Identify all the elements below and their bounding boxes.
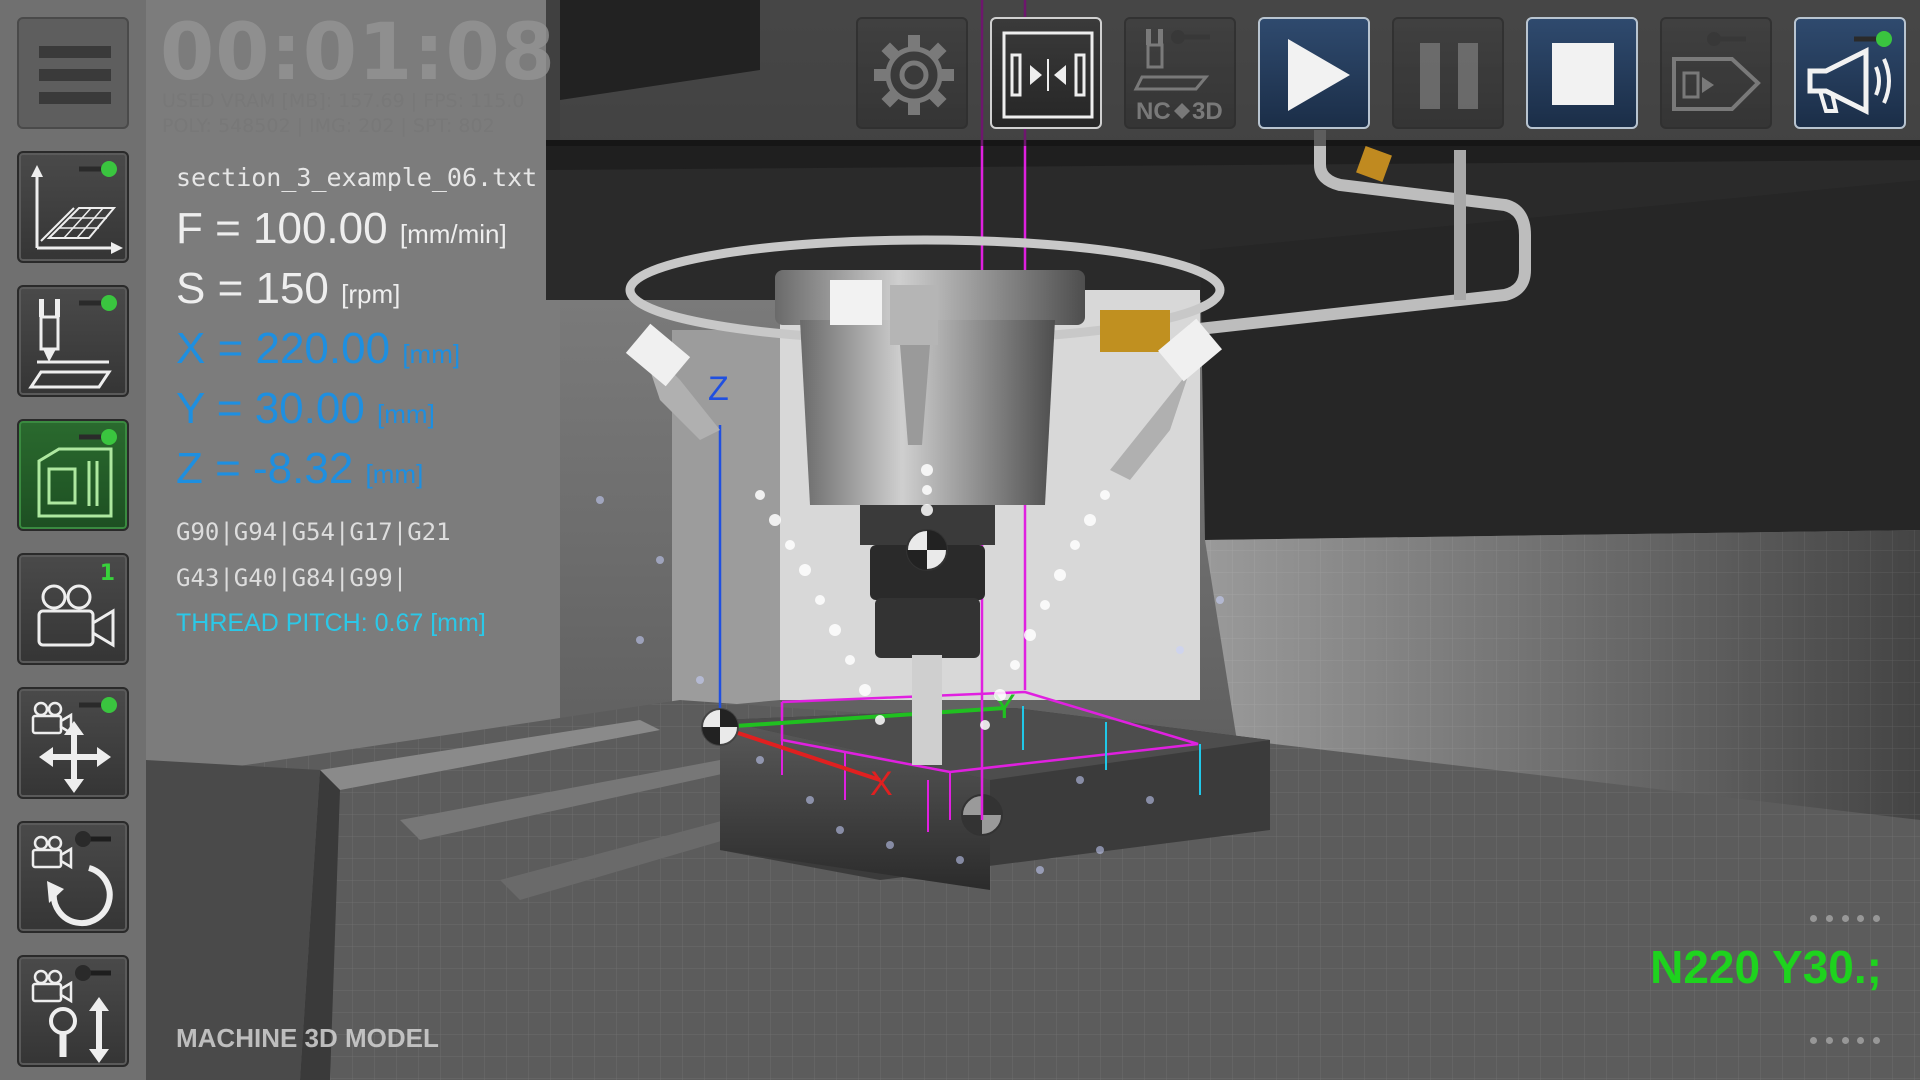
nc-scroll-up-handle[interactable] [1810,915,1880,922]
play-button[interactable] [1258,17,1370,129]
y-unit: [mm] [377,399,435,429]
z-unit: [mm] [365,459,424,489]
camera-zoom-icon [31,965,111,1063]
tool-path-toggle[interactable] [17,285,129,397]
pause-button[interactable] [1392,17,1504,129]
camera-number: 1 [99,561,115,586]
menu-button[interactable] [17,17,129,129]
current-nc-line: N220 Y30.; [1650,941,1882,993]
camera-rotate-icon [31,831,113,927]
gear-icon [874,35,954,115]
render-stats-line2: POLY: 548502 | IMG: 202 | SPT: 802 [162,115,495,137]
z-position-readout: Z = -8.32 [mm] [176,444,423,494]
split-view-button[interactable] [990,17,1102,129]
camera-rotate-button[interactable] [17,821,129,933]
feed-unit: [mm/min] [399,219,507,249]
top-toolbar: NC 3D [546,0,1920,146]
feed-readout: F = 100.00 [mm/min] [176,204,507,254]
active-gcodes-line1: G90|G94|G54|G17|G21 [176,518,451,546]
indicator-on-icon [101,697,117,713]
indicator-on-icon [101,295,117,311]
settings-button[interactable] [856,17,968,129]
hamburger-icon [39,46,111,104]
x-position-readout: X = 220.00 [mm] [176,324,460,374]
z-value: Z = -8.32 [176,444,354,493]
speed-unit: [rpm] [341,279,401,309]
thread-pitch-readout: THREAD PITCH: 0.67 [mm] [176,609,486,637]
camera-select-button[interactable]: 1 [17,553,129,665]
x-value: X = 220.00 [176,324,391,373]
indicator-on-icon [101,161,117,177]
active-gcodes-line2: G43|G40|G84|G99| [176,564,408,592]
speed-value: S = 150 [176,264,329,313]
feed-value: F = 100.00 [176,204,388,253]
play-icon [1288,39,1350,111]
toolpath-grid-toggle[interactable] [17,151,129,263]
z-axis-label: Z [708,370,729,408]
indicator-off-icon [75,831,91,847]
export-icon [1672,32,1761,111]
stop-button[interactable] [1526,17,1638,129]
y-value: Y = 30.00 [176,384,365,433]
indicator-on-icon [101,429,117,445]
export-button[interactable] [1660,17,1772,129]
camera-move-icon [31,697,117,793]
machine-icon [37,429,117,518]
view-mode-label: MACHINE 3D MODEL [176,1023,439,1053]
indicator-off-icon [75,965,91,981]
stop-icon [1552,43,1614,105]
machine-model-toggle[interactable] [17,419,129,531]
sound-button[interactable] [1794,17,1906,129]
render-stats-line1: USED VRAM [MB]: 157.69 | FPS: 115.0 [162,90,525,112]
nc-scroll-down-handle[interactable] [1810,1037,1880,1044]
x-axis-label: X [870,765,893,803]
megaphone-icon [1807,31,1892,116]
camera-pan-button[interactable] [17,687,129,799]
nc-3d-button[interactable]: NC 3D [1124,17,1236,129]
nc-label: NC [1136,98,1171,125]
tool-plane-icon [28,295,117,389]
pause-icon [1420,43,1478,109]
axes-grid-icon [31,161,123,254]
simulation-timer: 00:01:08 [160,8,557,98]
y-position-readout: Y = 30.00 [mm] [176,384,435,434]
3d-label: 3D [1192,98,1223,125]
indicator-on-icon [1876,31,1892,47]
camera-zoom-button[interactable] [17,955,129,1067]
nc-3d-icon: NC 3D [1133,29,1223,125]
left-toolbar: 1 [0,0,146,1080]
split-view-icon [1002,31,1094,119]
program-filename: section_3_example_06.txt [176,163,538,192]
x-unit: [mm] [402,339,461,369]
spindle-speed-readout: S = 150 [rpm] [176,264,400,314]
